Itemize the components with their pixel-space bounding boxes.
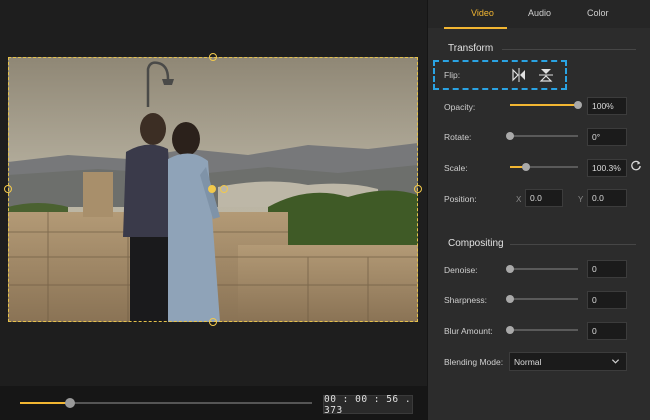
playhead-knob[interactable] — [64, 398, 75, 408]
sharpness-value-field[interactable]: 0 — [587, 291, 627, 309]
opacity-slider[interactable] — [510, 101, 582, 109]
position-x-label: X — [516, 195, 522, 204]
tab-bar: Video Audio Color — [428, 0, 650, 29]
flip-vertical-icon[interactable] — [538, 67, 554, 83]
rotate-slider[interactable] — [506, 132, 578, 140]
flip-horizontal-icon[interactable] — [511, 67, 527, 83]
blending-mode-dropdown[interactable]: Normal — [509, 352, 627, 371]
active-tab-indicator — [444, 27, 507, 29]
tab-color[interactable]: Color — [587, 8, 609, 18]
timecode-display: 00 : 00 : 56 . 373 — [323, 393, 413, 416]
position-y-label: Y — [578, 195, 584, 204]
tab-audio[interactable]: Audio — [528, 8, 551, 18]
sharpness-slider-knob[interactable] — [506, 295, 514, 303]
playback-progress-bar[interactable] — [20, 398, 312, 408]
position-label: Position: — [444, 194, 477, 204]
opacity-slider-fill — [510, 104, 578, 106]
blending-mode-selected: Normal — [514, 356, 542, 367]
section-divider — [502, 49, 636, 50]
rotate-value-field[interactable]: 0° — [587, 128, 627, 146]
scale-value-field[interactable]: 100.3% — [587, 159, 627, 177]
position-y-field[interactable]: 0.0 — [587, 189, 627, 207]
rotate-handle[interactable] — [220, 185, 228, 193]
position-x-field[interactable]: 0.0 — [525, 189, 563, 207]
scale-slider[interactable] — [510, 163, 578, 171]
reset-icon[interactable] — [630, 160, 642, 172]
section-divider — [510, 244, 636, 245]
playback-progress-fill — [20, 402, 70, 404]
blur-amount-label: Blur Amount: — [444, 326, 493, 336]
resize-handle-left[interactable] — [4, 185, 12, 193]
denoise-slider-knob[interactable] — [506, 265, 514, 273]
resize-handle-bottom[interactable] — [209, 318, 217, 326]
denoise-slider[interactable] — [506, 265, 578, 273]
section-title-compositing: Compositing — [448, 238, 504, 249]
sharpness-label: Sharpness: — [444, 295, 487, 305]
resize-handle-top[interactable] — [209, 53, 217, 61]
denoise-label: Denoise: — [444, 265, 478, 275]
section-title-transform: Transform — [448, 43, 494, 54]
opacity-value-field[interactable]: 100% — [587, 97, 627, 115]
scale-label: Scale: — [444, 163, 468, 173]
blur-amount-value-field[interactable]: 0 — [587, 322, 627, 340]
chevron-down-icon — [611, 359, 620, 364]
tab-video[interactable]: Video — [471, 8, 494, 18]
denoise-value-field[interactable]: 0 — [587, 260, 627, 278]
rotate-slider-knob[interactable] — [506, 132, 514, 140]
blending-mode-label: Blending Mode: — [444, 357, 504, 367]
center-anchor-handle[interactable] — [208, 185, 216, 193]
blur-amount-slider-knob[interactable] — [506, 326, 514, 334]
rotate-label: Rotate: — [444, 132, 472, 142]
blur-amount-slider[interactable] — [506, 326, 578, 334]
opacity-slider-knob[interactable] — [574, 101, 582, 109]
video-preview-area: 00 : 00 : 56 . 373 — [0, 0, 427, 420]
opacity-label: Opacity: — [444, 102, 476, 112]
resize-handle-right[interactable] — [414, 185, 422, 193]
sharpness-slider[interactable] — [506, 295, 578, 303]
